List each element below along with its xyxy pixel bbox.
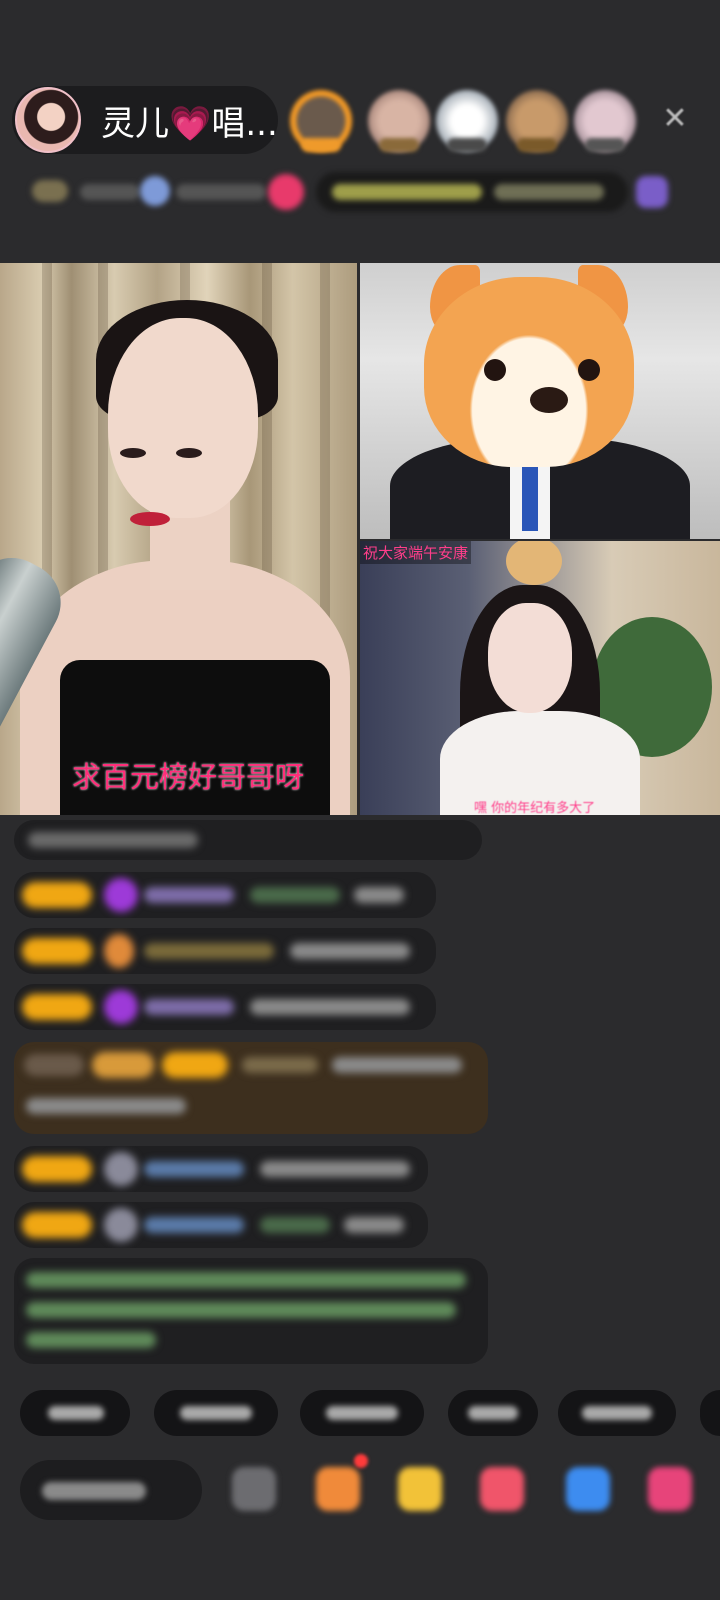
- quick-reply-chip[interactable]: [448, 1390, 538, 1436]
- chat-message-highlighted[interactable]: [14, 1042, 488, 1134]
- level-badge[interactable]: [32, 180, 68, 202]
- main-video-caption: 求百元榜好哥哥呀: [72, 760, 305, 794]
- host-avatar[interactable]: [15, 87, 81, 153]
- chat-message[interactable]: [14, 928, 436, 974]
- bear-headband: [506, 541, 562, 585]
- viewer-rank-badge: [379, 138, 419, 152]
- close-icon[interactable]: ✕: [660, 104, 690, 134]
- chat-message[interactable]: [14, 820, 482, 860]
- guest-caption-top: 祝大家端午安康: [360, 541, 472, 564]
- guest-video-bottom[interactable]: 祝大家端午安康 嘿 你的年纪有多大了: [360, 541, 720, 815]
- quick-reply-chip[interactable]: [300, 1390, 424, 1436]
- more-icon[interactable]: [648, 1467, 692, 1511]
- rank-icon[interactable]: [140, 176, 170, 206]
- fan-icon: [104, 1208, 138, 1242]
- fan-icon: [104, 934, 134, 968]
- red-packet-icon[interactable]: [398, 1467, 442, 1511]
- gem-icon: [104, 990, 138, 1024]
- main-video[interactable]: 求百元榜好哥哥呀: [0, 263, 357, 815]
- viewer-rank-badge: [585, 138, 625, 152]
- gem-icon: [104, 878, 138, 912]
- chat-message[interactable]: [14, 1146, 428, 1192]
- fan-icon: [104, 1152, 138, 1186]
- gift-icon[interactable]: [268, 174, 304, 210]
- chat-message[interactable]: [14, 984, 436, 1030]
- notification-dot: [354, 1454, 368, 1468]
- host-name: 灵儿💗唱...: [101, 103, 278, 144]
- activity-icon[interactable]: [636, 176, 668, 208]
- task-icon[interactable]: [316, 1467, 360, 1511]
- info-row: [24, 170, 688, 214]
- gift-icon[interactable]: [480, 1467, 524, 1511]
- level-badge: [22, 994, 92, 1020]
- viewer-rank-badge: [517, 138, 557, 152]
- host-info-pill[interactable]: 灵儿💗唱...: [12, 86, 278, 154]
- guest-video-top[interactable]: [360, 263, 720, 539]
- game-icon[interactable]: [566, 1467, 610, 1511]
- level-badge: [22, 1156, 92, 1182]
- chat-message[interactable]: [14, 872, 436, 918]
- quick-reply-chip[interactable]: [20, 1390, 130, 1436]
- quick-reply-chip[interactable]: [700, 1390, 720, 1436]
- emoji-icon[interactable]: [232, 1467, 276, 1511]
- level-badge: [22, 1212, 92, 1238]
- chat-input[interactable]: [20, 1460, 202, 1520]
- level-badge: [22, 938, 92, 964]
- quick-reply-chip[interactable]: [558, 1390, 676, 1436]
- viewer-rank-badge: [447, 138, 487, 152]
- chat-message[interactable]: [14, 1202, 428, 1248]
- system-notice: [14, 1258, 488, 1364]
- viewer-rank-badge: [301, 138, 341, 152]
- quick-reply-chip[interactable]: [154, 1390, 278, 1436]
- level-badge: [22, 882, 92, 908]
- guest-caption-bottom: 嘿 你的年纪有多大了: [474, 801, 596, 815]
- heart-icon: 💗: [169, 103, 212, 144]
